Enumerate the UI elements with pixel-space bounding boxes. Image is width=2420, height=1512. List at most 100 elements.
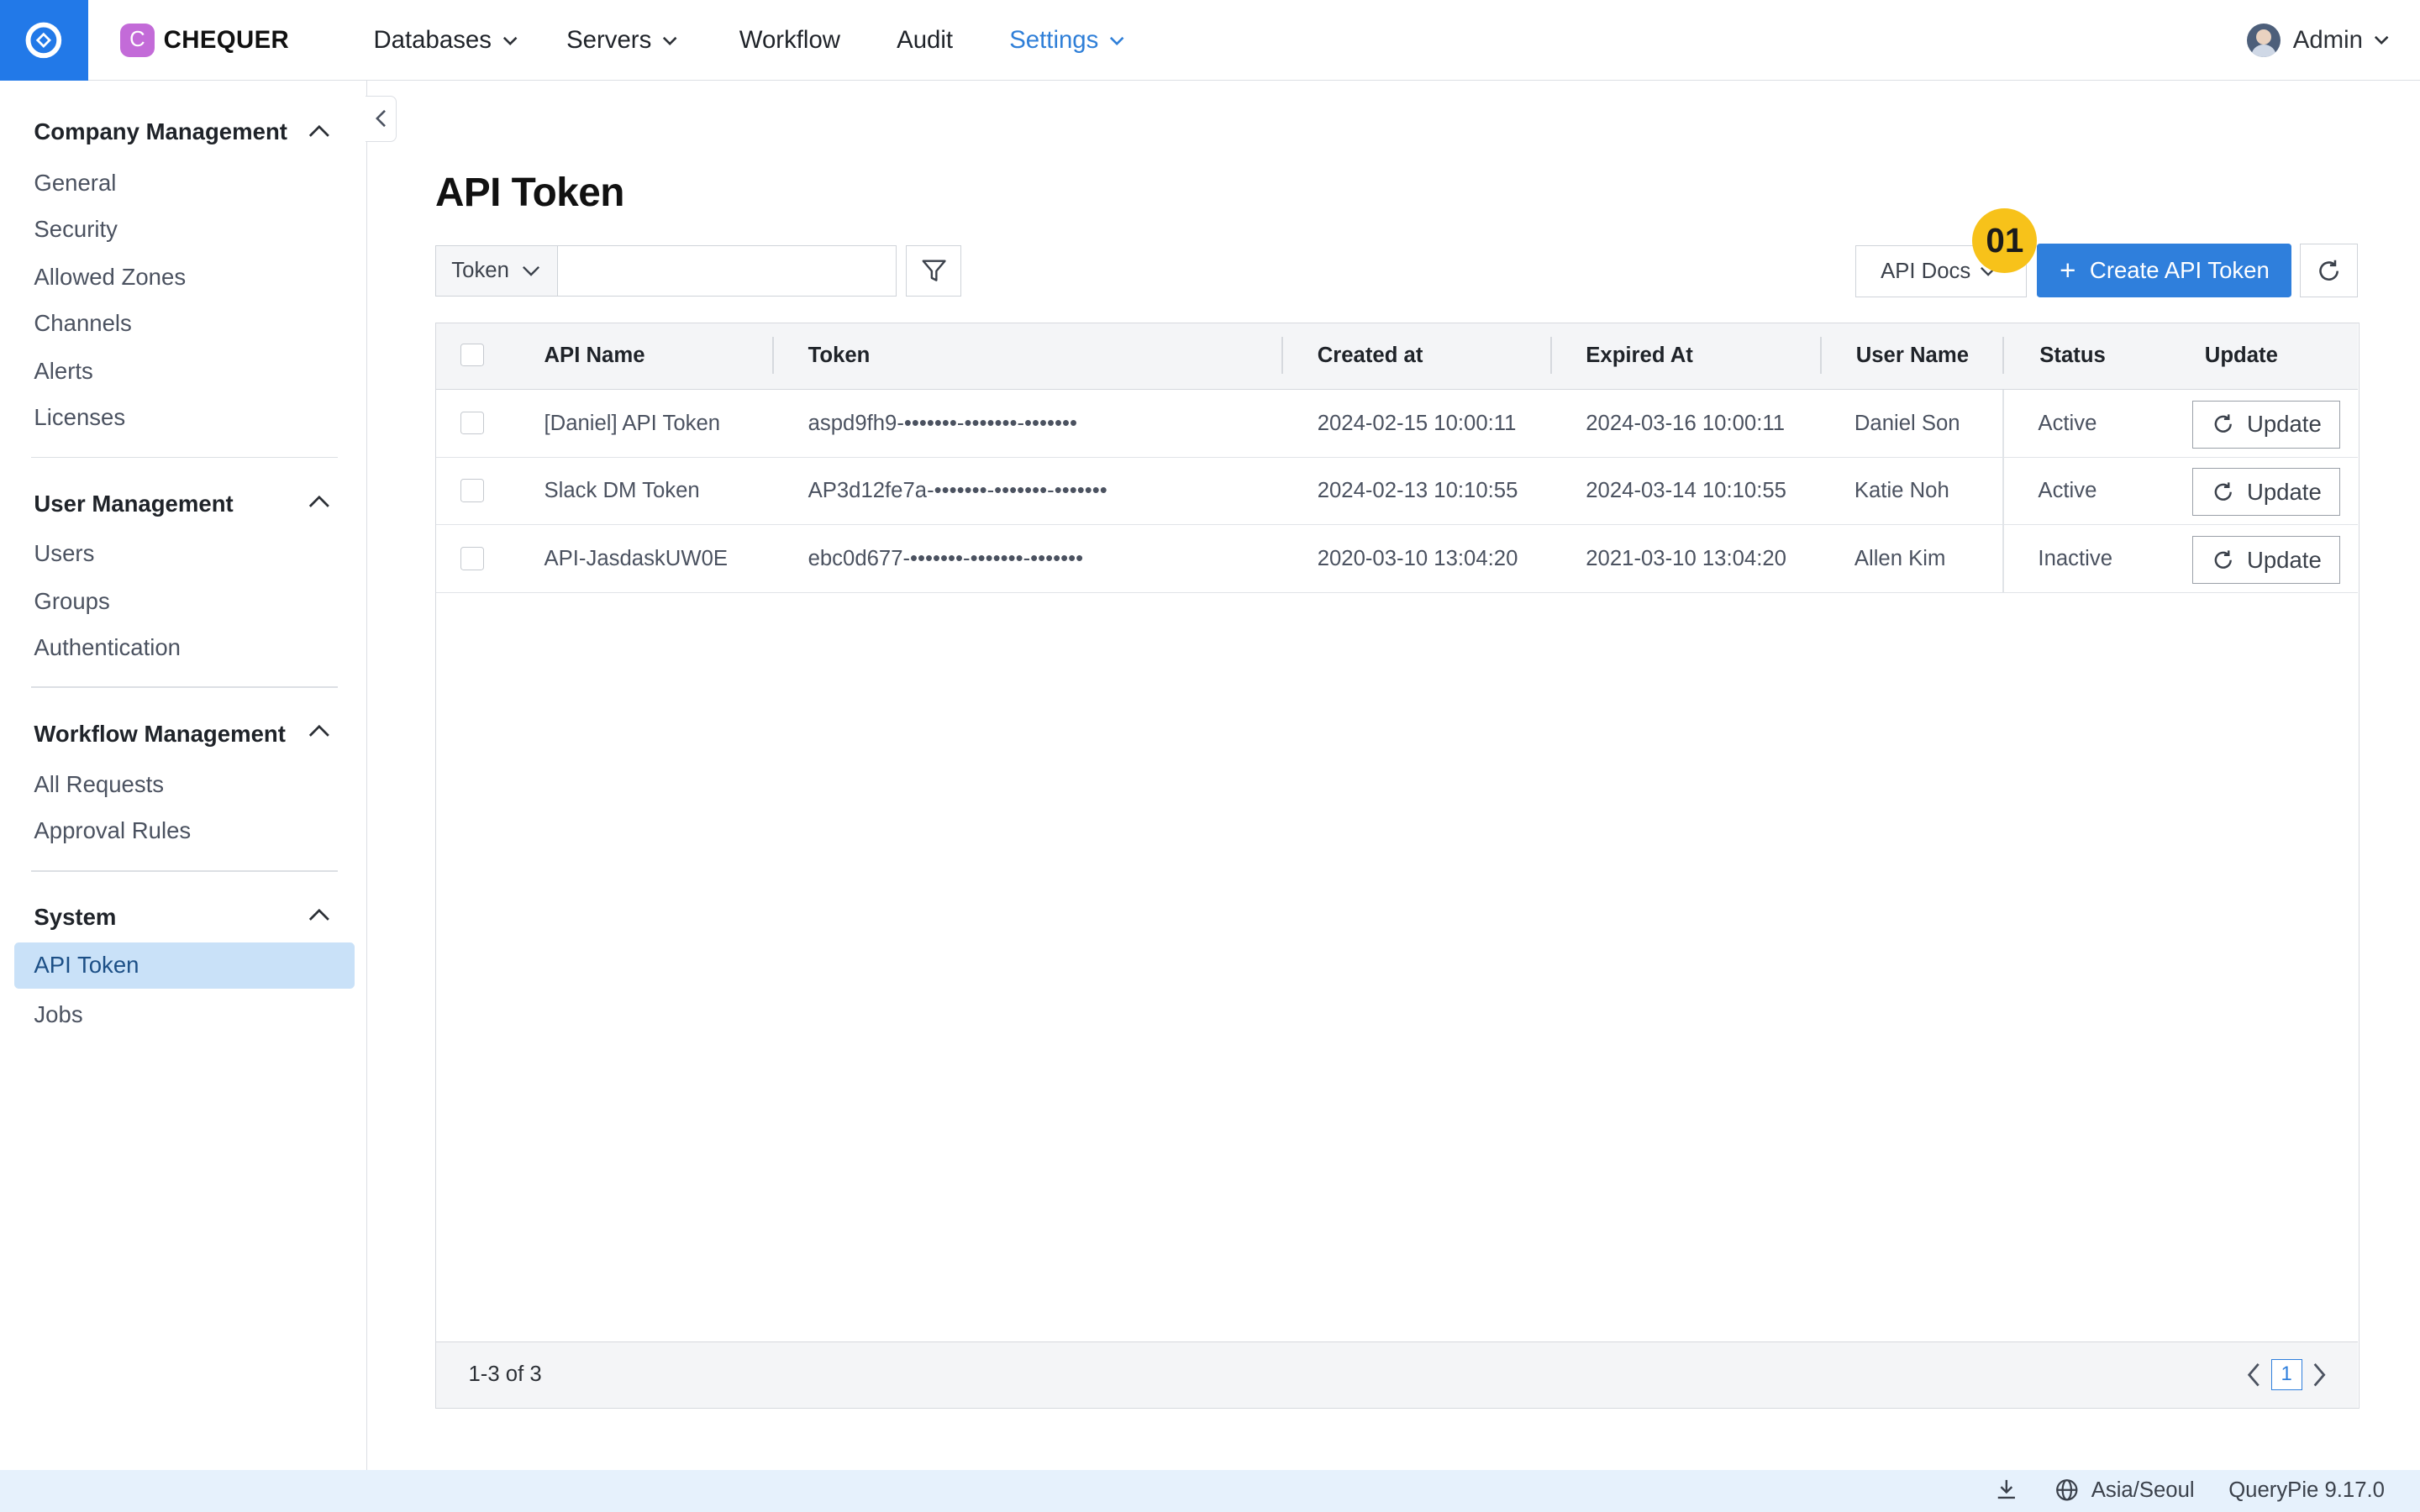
search-type-select[interactable]: Token (434, 245, 559, 297)
cell-token: ebc0d677-•••••••-•••••••-••••••• (808, 547, 1084, 571)
sidebar-item-label: API Token (34, 952, 139, 979)
column-header-status[interactable]: Status (2039, 344, 2106, 368)
download-icon (1997, 1479, 2015, 1499)
cell-expired-at: 2024-03-16 10:00:11 (1586, 411, 1786, 435)
create-api-token-button[interactable]: + Create API Token (2037, 244, 2292, 298)
version-label: QueryPie 9.17.0 (2228, 1478, 2385, 1503)
section-company-management[interactable]: Company Management (34, 118, 287, 145)
nav-databases-label: Databases (373, 26, 492, 55)
sidebar-item-groups[interactable]: Groups (34, 588, 109, 615)
sidebar-item-approval-rules[interactable]: Approval Rules (34, 817, 191, 844)
column-header-token[interactable]: Token (808, 344, 871, 368)
brand-name: CHEQUER (163, 25, 290, 54)
chevron-up-icon[interactable] (308, 124, 330, 138)
update-label: Update (2246, 546, 2322, 573)
table-row[interactable]: Slack DM Token AP3d12fe7a-•••••••-••••••… (435, 458, 2358, 526)
sidebar: Company Management General Security Allo… (0, 80, 368, 1471)
sidebar-item-security[interactable]: Security (34, 216, 118, 243)
sidebar-item-general[interactable]: General (34, 170, 116, 197)
column-header-expired-at[interactable]: Expired At (1586, 344, 1693, 368)
sidebar-item-api-token[interactable]: API Token (13, 942, 355, 990)
nav-servers[interactable]: Servers (566, 26, 677, 55)
app-logo[interactable] (0, 0, 88, 81)
chevron-right-icon[interactable] (2312, 1362, 2327, 1387)
brand-icon: C (120, 23, 155, 57)
user-menu[interactable]: Admin (2246, 23, 2390, 57)
sidebar-item-alerts[interactable]: Alerts (34, 358, 92, 385)
row-checkbox[interactable] (460, 479, 484, 502)
section-workflow-management[interactable]: Workflow Management (34, 721, 285, 748)
update-button[interactable]: Update (2192, 536, 2341, 585)
refresh-icon (2214, 550, 2232, 569)
section-user-management[interactable]: User Management (34, 491, 233, 517)
table-row[interactable]: API-JasdaskUW0E ebc0d677-•••••••-•••••••… (435, 525, 2358, 594)
nav-settings[interactable]: Settings (1009, 26, 1124, 55)
nav-databases[interactable]: Databases (373, 26, 518, 55)
brand[interactable]: C CHEQUER (120, 23, 290, 57)
nav-audit[interactable]: Audit (897, 26, 953, 55)
column-separator[interactable] (1281, 337, 1284, 375)
column-separator[interactable] (772, 337, 775, 375)
globe-icon (2056, 1479, 2078, 1501)
cell-status: Inactive (2038, 547, 2113, 571)
timezone-selector[interactable]: Asia/Seoul (2055, 1478, 2195, 1503)
sidebar-item-channels[interactable]: Channels (34, 310, 131, 337)
select-all-checkbox[interactable] (460, 343, 484, 367)
divider (30, 869, 339, 872)
row-checkbox[interactable] (460, 547, 484, 570)
column-separator[interactable] (1820, 337, 1823, 375)
table-footer: 1-3 of 3 1 (435, 1341, 2358, 1408)
search-type-value: Token (451, 258, 509, 282)
chevron-up-icon[interactable] (308, 908, 330, 921)
page-number[interactable]: 1 (2270, 1359, 2302, 1390)
section-system[interactable]: System (34, 904, 116, 931)
cell-token: aspd9fh9-•••••••-•••••••-••••••• (808, 411, 1077, 435)
search-input[interactable] (557, 245, 897, 297)
filter-button[interactable] (906, 245, 962, 297)
table-row[interactable]: [Daniel] API Token aspd9fh9-•••••••-••••… (435, 390, 2358, 458)
chevron-down-icon (2374, 36, 2389, 45)
refresh-icon (2319, 260, 2338, 281)
step-badge: 01 (1972, 207, 2038, 274)
cell-api-name: [Daniel] API Token (544, 411, 721, 435)
chevron-down-icon (522, 265, 539, 276)
sidebar-collapse-button[interactable] (366, 95, 397, 142)
row-count: 1-3 of 3 (468, 1362, 542, 1386)
chevron-left-icon[interactable] (2246, 1362, 2261, 1387)
chevron-down-icon (502, 36, 518, 45)
column-separator[interactable] (1550, 337, 1552, 375)
column-separator[interactable] (2002, 337, 2005, 375)
update-button[interactable]: Update (2192, 400, 2341, 449)
download-button[interactable] (1996, 1478, 2029, 1500)
refresh-button[interactable] (2299, 244, 2359, 298)
nav-audit-label: Audit (897, 26, 954, 55)
cell-token: AP3d12fe7a-•••••••-•••••••-••••••• (808, 479, 1107, 503)
refresh-icon (2214, 482, 2232, 501)
sidebar-item-licenses[interactable]: Licenses (34, 404, 125, 431)
cell-user-name: Allen Kim (1854, 547, 1946, 571)
column-header-update: Update (2204, 343, 2278, 367)
sidebar-item-jobs[interactable]: Jobs (34, 1001, 82, 1028)
column-header-api-name[interactable]: API Name (544, 344, 645, 368)
nav-workflow[interactable]: Workflow (739, 26, 840, 55)
sidebar-item-users[interactable]: Users (34, 540, 94, 567)
column-header-created-at[interactable]: Created at (1318, 344, 1423, 368)
nav-settings-label: Settings (1009, 26, 1099, 55)
row-checkbox[interactable] (460, 411, 484, 435)
divider (30, 456, 339, 459)
page-title: API Token (434, 171, 625, 216)
cell-status: Active (2038, 411, 2097, 435)
user-name: Admin (2292, 25, 2364, 54)
sidebar-item-all-requests[interactable]: All Requests (34, 771, 164, 798)
chevron-up-icon[interactable] (308, 725, 330, 738)
cell-user-name: Daniel Son (1854, 411, 1960, 435)
sidebar-item-authentication[interactable]: Authentication (34, 634, 181, 661)
column-header-user-name[interactable]: User Name (1856, 344, 1969, 368)
update-button[interactable]: Update (2192, 468, 2341, 517)
sidebar-item-allowed-zones[interactable]: Allowed Zones (34, 264, 186, 291)
cell-api-name: Slack DM Token (544, 479, 700, 503)
chevron-up-icon[interactable] (308, 495, 330, 508)
status-bar: Asia/Seoul QueryPie 9.17.0 (0, 1470, 2420, 1512)
cell-created-at: 2020-03-10 13:04:20 (1317, 547, 1518, 571)
api-docs-label: API Docs (1881, 259, 1971, 283)
